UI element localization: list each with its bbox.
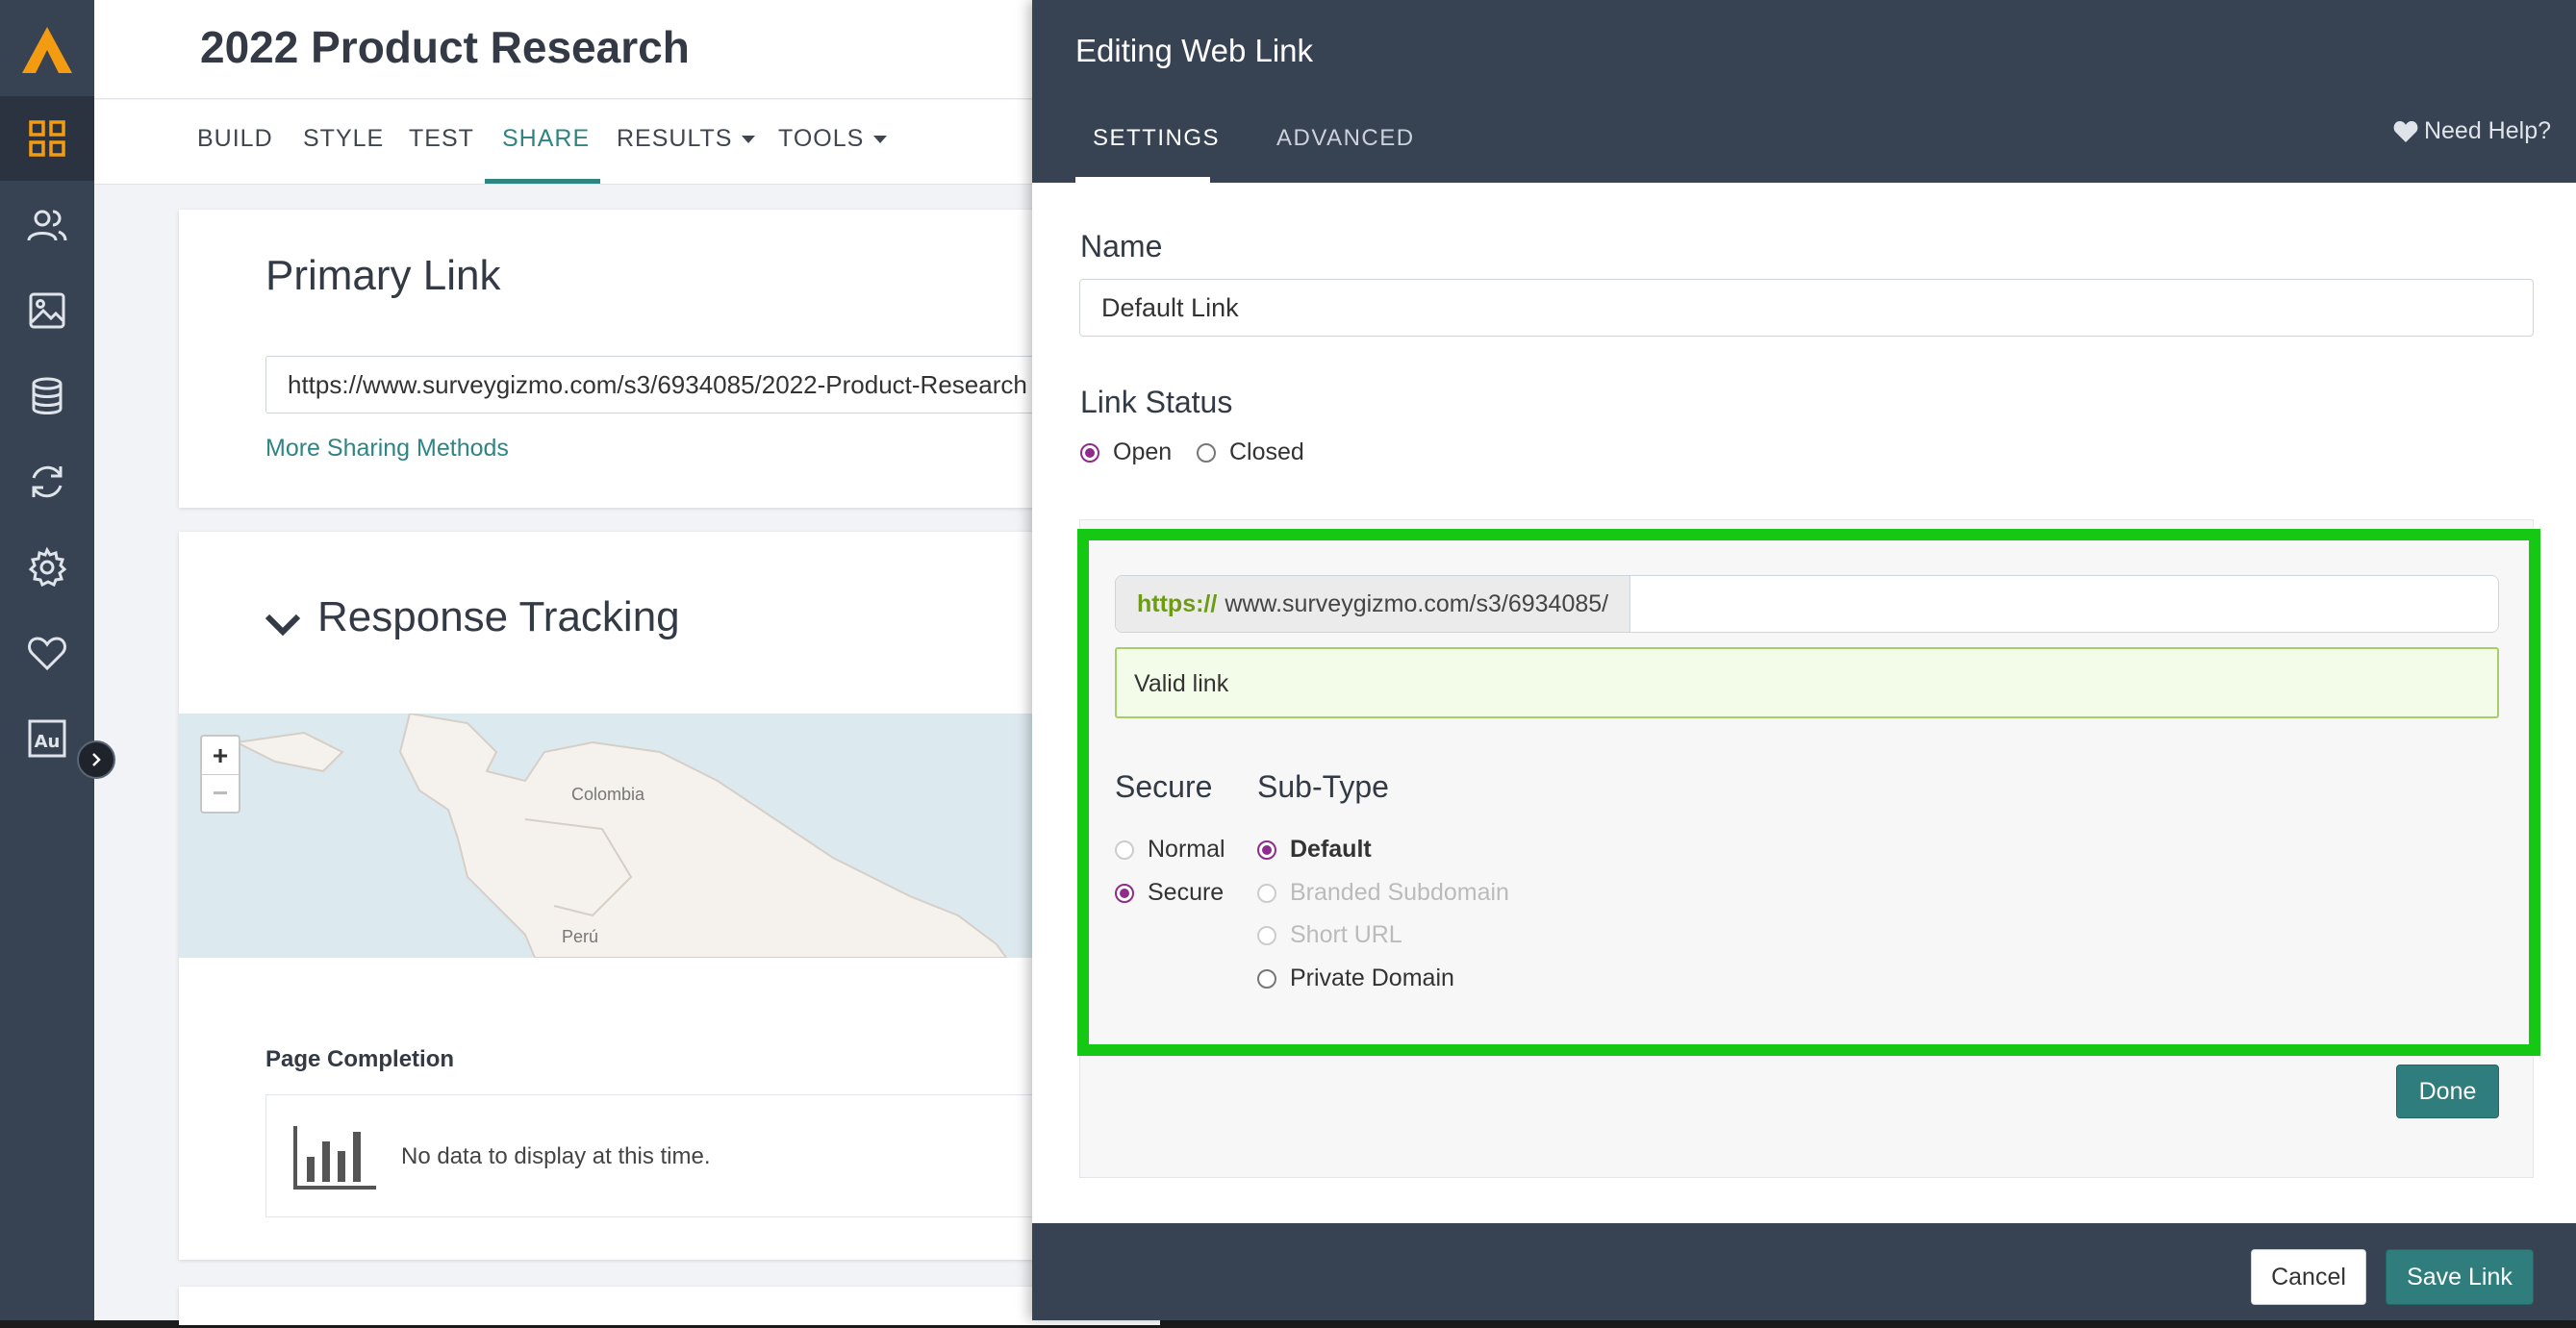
sub-type-label: Sub-Type bbox=[1257, 769, 1389, 804]
link-status-label: Link Status bbox=[1080, 385, 1233, 419]
panel-title: Editing Web Link bbox=[1075, 33, 1314, 68]
page-completion-chart-box: No data to display at this time. bbox=[265, 1094, 1160, 1217]
more-sharing-methods-link[interactable]: More Sharing Methods bbox=[265, 435, 509, 463]
radio-closed[interactable] bbox=[1197, 442, 1216, 463]
subtype-option-short-url: Short URL bbox=[1257, 921, 1402, 949]
sidebar-collapse-toggle[interactable] bbox=[77, 740, 115, 779]
subtype-option-branded-subdomain: Branded Subdomain bbox=[1257, 879, 1509, 907]
cancel-button[interactable]: Cancel bbox=[2251, 1249, 2366, 1305]
tab-test[interactable]: TEST bbox=[409, 125, 474, 153]
radio-default[interactable] bbox=[1257, 839, 1276, 860]
tab-settings[interactable]: SETTINGS bbox=[1093, 125, 1220, 152]
response-tracking-card: Response Tracking + − Colombia Perú Page… bbox=[179, 532, 1160, 1260]
status-option-open[interactable]: Open bbox=[1080, 438, 1172, 466]
database-icon[interactable] bbox=[0, 354, 94, 438]
chevron-down-icon[interactable] bbox=[264, 605, 302, 643]
dashboard-grid-icon[interactable] bbox=[0, 96, 94, 181]
radio-private-domain[interactable] bbox=[1257, 968, 1276, 989]
gear-icon[interactable] bbox=[0, 525, 94, 610]
map-label-colombia: Colombia bbox=[571, 785, 645, 804]
svg-text:Au: Au bbox=[35, 732, 61, 752]
subtype-option-default[interactable]: Default bbox=[1257, 836, 1372, 864]
secure-option-secure[interactable]: Secure bbox=[1115, 879, 1224, 907]
link-prefix: https:// www.surveygizmo.com/s3/6934085/ bbox=[1116, 576, 1631, 632]
response-map[interactable]: + − Colombia Perú bbox=[179, 714, 1160, 958]
done-button[interactable]: Done bbox=[2396, 1065, 2499, 1118]
page-completion-label: Page Completion bbox=[265, 1046, 455, 1072]
radio-normal[interactable] bbox=[1115, 839, 1134, 860]
map-landmass bbox=[233, 714, 1008, 958]
caret-down-icon bbox=[873, 136, 888, 144]
radio-short-url bbox=[1257, 925, 1276, 945]
primary-link-title: Primary Link bbox=[265, 252, 501, 299]
tab-build[interactable]: BUILD bbox=[197, 125, 273, 153]
subtype-option-private-domain[interactable]: Private Domain bbox=[1257, 965, 1454, 992]
bar-chart-icon bbox=[293, 1126, 376, 1190]
need-help-link[interactable]: Need Help? bbox=[2393, 117, 2551, 145]
secure-option-normal[interactable]: Normal bbox=[1115, 836, 1225, 864]
secure-normal-label: Normal bbox=[1148, 836, 1225, 863]
map-label-peru: Perú bbox=[562, 927, 599, 946]
next-card bbox=[179, 1287, 1160, 1325]
status-open-label: Open bbox=[1113, 438, 1173, 465]
heart-icon[interactable] bbox=[0, 611, 94, 695]
heart-icon bbox=[2393, 120, 2418, 142]
tab-share[interactable]: SHARE bbox=[502, 125, 590, 153]
app-sidebar: Au bbox=[0, 0, 94, 1320]
tab-advanced[interactable]: ADVANCED bbox=[1276, 125, 1415, 152]
logo-icon[interactable] bbox=[0, 0, 94, 99]
radio-branded-subdomain bbox=[1257, 883, 1276, 903]
subtype-branded-label: Branded Subdomain bbox=[1290, 879, 1509, 906]
secure-secure-label: Secure bbox=[1148, 879, 1225, 906]
users-icon[interactable] bbox=[0, 183, 94, 267]
zoom-in-button[interactable]: + bbox=[202, 737, 239, 774]
need-help-label: Need Help? bbox=[2423, 117, 2551, 144]
primary-link-url[interactable]: https://www.surveygizmo.com/s3/6934085/2… bbox=[265, 356, 1160, 413]
name-label: Name bbox=[1080, 229, 1163, 263]
radio-open[interactable] bbox=[1080, 442, 1099, 463]
empty-message: No data to display at this time. bbox=[401, 1143, 711, 1169]
page-title: 2022 Product Research bbox=[200, 22, 690, 72]
status-closed-label: Closed bbox=[1229, 438, 1304, 465]
image-icon[interactable] bbox=[0, 268, 94, 353]
tab-results-label: RESULTS bbox=[617, 125, 733, 152]
valid-link-message: Valid link bbox=[1115, 647, 2499, 718]
save-link-button[interactable]: Save Link bbox=[2386, 1249, 2534, 1305]
tab-style[interactable]: STYLE bbox=[303, 125, 384, 153]
active-panel-tab-indicator bbox=[1075, 177, 1210, 183]
map-zoom-control: + − bbox=[200, 735, 240, 814]
tab-tools-label: TOOLS bbox=[778, 125, 865, 152]
response-tracking-title: Response Tracking bbox=[317, 593, 680, 640]
panel-header: Editing Web Link SETTINGS ADVANCED Need … bbox=[1032, 0, 2576, 183]
subtype-private-domain-label: Private Domain bbox=[1290, 965, 1454, 991]
link-url-field: https:// www.surveygizmo.com/s3/6934085/ bbox=[1115, 575, 2499, 633]
link-protocol: https:// bbox=[1137, 589, 1218, 617]
sync-icon[interactable] bbox=[0, 439, 94, 524]
primary-link-card: Primary Link https://www.surveygizmo.com… bbox=[179, 210, 1160, 508]
secure-label: Secure bbox=[1115, 769, 1213, 804]
link-base-url: www.surveygizmo.com/s3/6934085/ bbox=[1225, 589, 1609, 617]
subtype-default-label: Default bbox=[1290, 836, 1372, 863]
zoom-out-button[interactable]: − bbox=[202, 774, 239, 812]
subtype-short-url-label: Short URL bbox=[1290, 921, 1402, 948]
radio-secure[interactable] bbox=[1115, 883, 1134, 903]
chevron-right-icon bbox=[92, 753, 101, 766]
link-slug-input[interactable] bbox=[1630, 576, 2498, 632]
tab-tools[interactable]: TOOLS bbox=[778, 125, 888, 153]
status-option-closed[interactable]: Closed bbox=[1197, 438, 1304, 466]
tab-results[interactable]: RESULTS bbox=[617, 125, 756, 153]
caret-down-icon bbox=[742, 136, 756, 144]
name-input[interactable] bbox=[1079, 279, 2534, 337]
active-tab-indicator bbox=[485, 179, 600, 184]
